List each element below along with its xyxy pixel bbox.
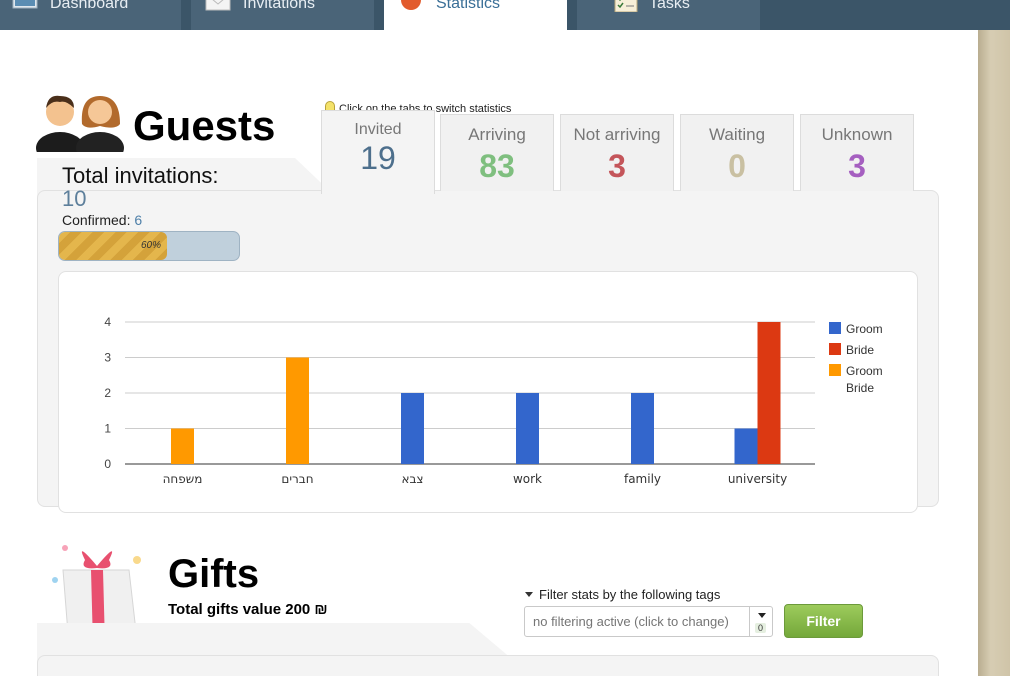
stat-tab-label: Not arriving xyxy=(573,125,661,144)
legend-swatch xyxy=(829,364,841,376)
x-tick-label: חברים xyxy=(281,472,313,486)
x-tick-label: family xyxy=(624,472,661,486)
confirmed-text: Confirmed: xyxy=(62,212,131,228)
y-tick-label: 2 xyxy=(104,386,111,400)
pie-chart-icon xyxy=(401,0,421,10)
filter-toggle[interactable]: Filter stats by the following tags xyxy=(525,587,720,602)
monitor-icon xyxy=(12,0,38,9)
stat-tab-value: 0 xyxy=(728,148,746,184)
bar xyxy=(516,393,539,464)
top-navigation: Dashboard Invitations Statistics Tasks xyxy=(0,0,1010,30)
filter-dropdown-button[interactable]: 0 xyxy=(749,606,773,637)
y-tick-label: 4 xyxy=(104,315,111,329)
tab-tasks[interactable]: Tasks xyxy=(577,0,760,30)
legend-swatch xyxy=(829,322,841,334)
envelope-icon xyxy=(205,0,231,11)
stat-tab-label: Invited xyxy=(354,121,402,138)
stat-tab-label: Waiting xyxy=(708,125,766,144)
stat-tab-value: 3 xyxy=(608,148,626,184)
tab-label: Invitations xyxy=(243,0,316,12)
gifts-panel xyxy=(37,655,939,676)
bar xyxy=(631,393,654,464)
tab-label: Dashboard xyxy=(50,0,129,12)
tab-invitations[interactable]: Invitations xyxy=(191,0,374,30)
chevron-down-icon xyxy=(758,613,766,618)
stat-tab-invited[interactable]: Invited 19 xyxy=(321,110,435,194)
legend-label: Groom xyxy=(846,364,883,378)
confirmed-progress-bar: 60% xyxy=(58,231,240,261)
filter-tags-input[interactable] xyxy=(524,606,750,637)
caret-down-icon xyxy=(525,592,533,597)
stat-tab-label: Unknown xyxy=(821,125,893,144)
tab-statistics[interactable]: Statistics xyxy=(384,0,567,30)
bar xyxy=(171,428,194,464)
bar xyxy=(757,322,781,464)
x-tick-label: משפחה xyxy=(163,472,203,486)
total-invitations-value: 10 xyxy=(62,186,87,211)
y-tick-label: 1 xyxy=(104,422,111,436)
stat-tab-not-arriving[interactable]: Not arriving 3 xyxy=(560,114,674,191)
legend-label: Bride xyxy=(846,343,874,357)
guests-title: Guests xyxy=(133,102,276,149)
bar xyxy=(401,393,424,464)
filter-button[interactable]: Filter xyxy=(784,604,863,638)
confirmed-value: 6 xyxy=(134,212,143,228)
bar xyxy=(286,357,309,464)
y-tick-label: 3 xyxy=(104,351,111,365)
stat-tab-waiting[interactable]: Waiting 0 xyxy=(680,114,794,191)
checklist-icon xyxy=(614,0,638,12)
legend-label: Bride xyxy=(846,381,874,395)
guests-chart: 0 1 2 3 4 משפחה חברים צבא work family university Gr… xyxy=(58,271,918,513)
confirmed-label: Confirmed: 6 xyxy=(62,212,142,228)
filter-count-badge: 0 xyxy=(755,623,767,633)
people-icon xyxy=(36,95,124,152)
stat-tab-value: 19 xyxy=(360,140,396,176)
gifts-title: Gifts xyxy=(168,552,260,596)
x-tick-label: work xyxy=(513,472,542,486)
y-tick-label: 0 xyxy=(104,457,111,471)
tab-dashboard[interactable]: Dashboard xyxy=(0,0,181,30)
tab-label: Tasks xyxy=(649,0,690,12)
stat-tab-arriving[interactable]: Arriving 83 xyxy=(440,114,554,191)
stat-tab-value: 83 xyxy=(479,148,515,184)
stat-tab-unknown[interactable]: Unknown 3 xyxy=(800,114,914,191)
filter-label: Filter stats by the following tags xyxy=(539,587,721,602)
stat-tab-value: 3 xyxy=(848,148,866,184)
tab-label: Statistics xyxy=(436,0,501,12)
bar-chart: 0 1 2 3 4 משפחה חברים צבא work family university Gr… xyxy=(104,315,883,486)
legend-label: Groom xyxy=(846,322,883,336)
x-tick-label: צבא xyxy=(401,472,423,486)
progress-percent: 60% xyxy=(141,240,162,251)
x-tick-label: university xyxy=(728,472,787,486)
gifts-total-value: Total gifts value 200 ₪ xyxy=(168,601,328,618)
bar xyxy=(734,428,758,464)
stat-tab-label: Arriving xyxy=(468,125,526,144)
decorative-background xyxy=(978,30,1010,676)
legend-swatch xyxy=(829,343,841,355)
